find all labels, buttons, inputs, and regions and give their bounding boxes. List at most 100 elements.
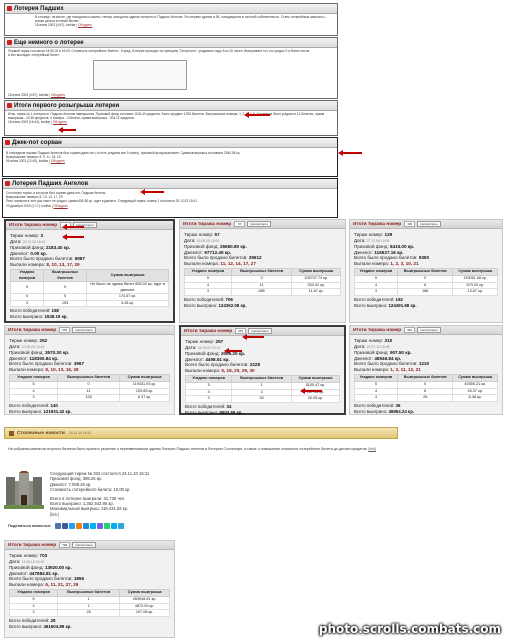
share-vk-icon[interactable]: [54, 523, 61, 529]
table-cell: 4.28 кр.: [86, 299, 169, 307]
view-button[interactable]: просмотреть: [72, 327, 96, 333]
share-skype-icon[interactable]: [110, 523, 117, 529]
draw-card-body: Тираж номер: 129 Дата: 27.12.06 10:05 Пр…: [350, 229, 502, 311]
col-header: Сумма выигрыша: [291, 375, 340, 383]
draw-card-body: Тираж номер: 3 Дата: 29.12.03 15:41 Приз…: [6, 230, 173, 322]
post-title-bar: Лотерея Падших: [5, 4, 337, 14]
post-meta: 18 июня 2003 (16:44), kshitar |: [8, 120, 52, 125]
winning-numbers: 8, 10, 13, 16, 28: [45, 366, 79, 372]
view-button[interactable]: просмотреть: [247, 221, 271, 227]
tickets-sold: 1856: [73, 576, 85, 581]
draw-results-card: Итоги тиража номер 129 просмотреть Тираж…: [349, 219, 503, 323]
draw-number-input[interactable]: 129: [404, 221, 416, 227]
ticket-image: [93, 60, 187, 90]
table-row: 5 0 49355.21 кр.: [354, 381, 498, 389]
draw-date: 27.12.06 10:05: [366, 238, 390, 243]
bullet-icon: [7, 40, 12, 45]
col-header: Угадано номеров: [184, 268, 232, 276]
bullet-icon: [5, 140, 10, 145]
share-telegram-icon[interactable]: [117, 523, 124, 529]
label: Всего выиграно:: [10, 314, 44, 320]
table-row: 3 685 11.67 кр.: [184, 288, 341, 296]
share-label: Поделиться новостью: [8, 524, 51, 528]
winners-total: 192: [395, 296, 403, 302]
post-text-2: А вот выглядит лотерейный билет:: [8, 53, 60, 58]
label: Всего выиграно:: [354, 408, 388, 414]
highlight-arrow: [300, 388, 322, 394]
jackpot: 447684.81 кр.: [29, 570, 59, 576]
post-lottery-fallen: Лотерея Падших В столице, на месте, где …: [4, 3, 338, 36]
label: Всего выиграно:: [185, 409, 219, 415]
tickets-sold: 1210: [418, 361, 430, 366]
col-header: Сумма выигрыша: [452, 374, 498, 382]
post-title: Джек-пот сорван: [12, 139, 62, 146]
col-header: Выигрышных билетов: [42, 269, 88, 282]
draw-date: 29.07.10 15:08: [366, 344, 390, 349]
banner-date: 24.11.10 15:11: [68, 431, 92, 435]
table-cell: 153: [42, 299, 88, 307]
table-cell: 3: [10, 299, 44, 307]
table-cell: 13.57 кр.: [452, 288, 498, 296]
share-viber-icon[interactable]: [96, 523, 103, 529]
share-ok-icon[interactable]: [75, 523, 82, 529]
bullet-icon: [5, 181, 10, 186]
label: Всего было продано билетов:: [185, 362, 249, 367]
table-row: 3 128 6.37 кр.: [8, 394, 170, 402]
highlight-arrow: [62, 234, 84, 240]
post-meta: 06 июля 2003 (22:49), kshitar |: [6, 159, 50, 164]
discuss-link[interactable]: Обсудить: [51, 93, 65, 97]
draw-card-header: Итоги тиража номер 257 просмотреть: [181, 327, 344, 336]
share-facebook-icon[interactable]: [61, 523, 68, 529]
table-row: 3 153 4.28 кр.: [10, 299, 169, 307]
discuss-link[interactable]: Обсудить: [51, 159, 65, 163]
share-lj-icon[interactable]: [89, 523, 96, 529]
table-row: 5 0 105707.73 кр.: [184, 275, 341, 283]
tickets-sold: 8087: [74, 256, 86, 261]
share-row: Поделиться новостью: [8, 523, 125, 529]
col-header: Выигрышных билетов: [57, 374, 121, 382]
prize-fund: 13920.00 кр.: [44, 565, 72, 570]
label: Всего было продано билетов:: [10, 256, 74, 261]
prize-fund: 3570.30 кр.: [44, 350, 70, 355]
col-header: Угадано номеров: [354, 374, 398, 382]
winning-numbers-row: Выпали номера: 8, 10, 13, 17, 29: [10, 262, 169, 268]
view-button[interactable]: просмотреть: [417, 327, 441, 333]
label: Призовой фонд:: [184, 244, 219, 249]
table-row: 3 186 13.57 кр.: [354, 288, 498, 296]
discuss-link[interactable]: Обсудить: [54, 204, 68, 208]
draw-number-input[interactable]: 57: [234, 221, 246, 227]
bullet-icon: [7, 103, 12, 108]
view-button[interactable]: просмотреть: [72, 542, 96, 548]
post-jackpot-won: Джек-пот сорван В очередном тираже Падши…: [2, 137, 338, 177]
label: Всего победителей:: [10, 308, 51, 313]
table-cell: 3: [184, 288, 232, 296]
share-whatsapp-icon[interactable]: [103, 523, 110, 529]
table-row: 5 1 453948.81 кр.: [8, 596, 170, 604]
label: Выпали номера:: [185, 367, 221, 373]
highlight-arrow: [244, 112, 270, 118]
winners-total: 36: [395, 402, 401, 408]
winning-numbers-row: Выпали номера: 11, 12, 14, 17, 27: [184, 261, 341, 267]
view-button[interactable]: просмотреть: [248, 328, 272, 334]
table-cell: 3: [8, 394, 59, 402]
draw-card-header: Итоги тиража номер 3 просмотреть: [6, 221, 173, 230]
label: Всего выиграно:: [184, 302, 218, 308]
draw-number: 310: [384, 338, 393, 343]
table-cell: 5: [10, 281, 44, 294]
draw-number-input[interactable]: 703: [59, 542, 71, 548]
discuss-link[interactable]: Обсудить: [53, 120, 67, 124]
news-link[interactable]: [link]: [368, 447, 375, 451]
share-twitter-icon[interactable]: [68, 523, 75, 529]
table-cell: 11.67 кр.: [291, 288, 341, 296]
prize-fund: 26650.80 кр.: [219, 244, 247, 249]
view-button[interactable]: просмотреть: [417, 221, 441, 227]
discuss-link[interactable]: Обсудить: [78, 23, 92, 27]
label: Дата:: [10, 238, 22, 244]
banner-icon: [9, 430, 14, 436]
table-header: Угадано номеров Выигрышных билетов Сумма в…: [184, 375, 340, 383]
draw-number-input[interactable]: 252: [59, 327, 71, 333]
news-link[interactable]: [link]: [50, 512, 149, 517]
draw-number-input[interactable]: 310: [404, 327, 416, 333]
share-mailru-icon[interactable]: [82, 523, 89, 529]
draw-number: 57: [214, 232, 220, 237]
